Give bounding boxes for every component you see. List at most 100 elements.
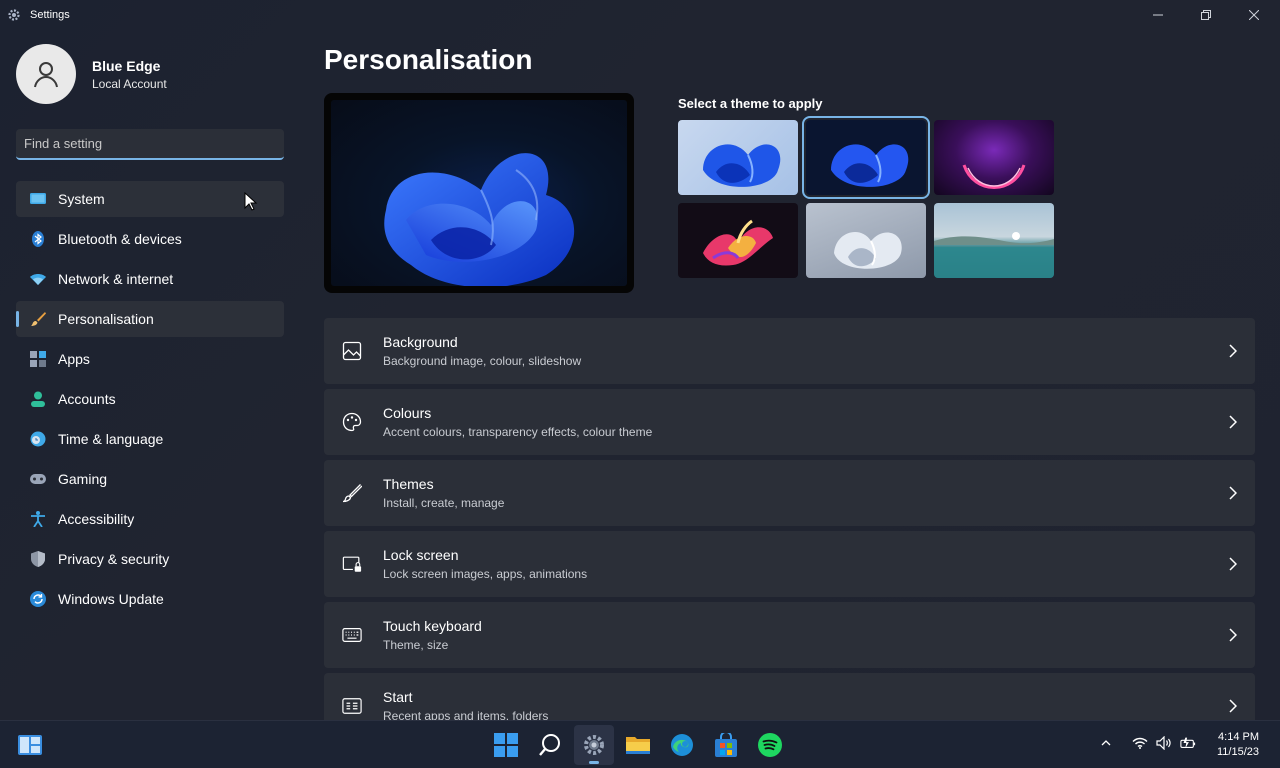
shield-icon (30, 551, 46, 567)
theme-thumbnail-windows-dark[interactable] (802, 116, 930, 199)
edge-icon[interactable] (662, 725, 702, 765)
chevron-up-icon[interactable] (1098, 735, 1114, 751)
sidebar-item-label: Privacy & security (58, 551, 170, 567)
card-subtitle: Recent apps and items, folders (383, 709, 549, 720)
taskbar-apps (486, 725, 794, 765)
account-type: Local Account (92, 76, 167, 91)
avatar[interactable] (16, 44, 76, 104)
file-explorer-icon[interactable] (618, 725, 658, 765)
card-title: Background (383, 334, 458, 350)
sidebar-item-label: Network & internet (58, 271, 174, 287)
brush-icon (30, 311, 46, 327)
settings-list: Background Background image, colour, sli… (324, 318, 1255, 720)
card-subtitle: Background image, colour, slideshow (383, 354, 582, 368)
window-title: Settings (30, 9, 70, 21)
monitor-icon (30, 191, 46, 207)
sidebar-item-personalisation[interactable]: Personalisation (16, 301, 284, 337)
sidebar-item-label: Accessibility (58, 511, 135, 527)
card-subtitle: Lock screen images, apps, animations (383, 567, 588, 581)
apps-icon (30, 351, 46, 367)
bloom-silver-image (834, 231, 902, 269)
theme-thumbnail-captured-motion[interactable] (678, 203, 798, 278)
chevron-right-icon (1227, 342, 1239, 360)
search-box[interactable] (16, 129, 284, 160)
card-subtitle: Install, create, manage (383, 496, 505, 510)
wifi-icon[interactable] (1132, 735, 1148, 751)
taskbar: 4:14 PM 11/15/23 (0, 720, 1280, 768)
chevron-right-icon (1227, 484, 1239, 502)
sidebar-item-time-language[interactable]: Time & language (16, 421, 284, 457)
battery-icon[interactable] (1180, 735, 1196, 751)
card-subtitle: Theme, size (383, 638, 449, 652)
clock-globe-icon (30, 431, 46, 447)
mouse-cursor-icon (244, 192, 258, 211)
close-button[interactable] (1230, 0, 1278, 30)
start-card[interactable]: Start Recent apps and items, folders (324, 673, 1255, 720)
volume-icon[interactable] (1156, 735, 1172, 751)
theme-preview (324, 93, 634, 293)
restore-button[interactable] (1182, 0, 1230, 30)
card-title: Themes (383, 476, 434, 492)
update-icon (30, 591, 46, 607)
chevron-right-icon (1227, 626, 1239, 644)
keyboard-icon (342, 625, 362, 645)
background-card[interactable]: Background Background image, colour, sli… (324, 318, 1255, 384)
sidebar-item-apps[interactable]: Apps (16, 341, 284, 377)
theme-thumbnail-windows-light[interactable] (678, 120, 798, 195)
store-icon[interactable] (706, 725, 746, 765)
touch-keyboard-card[interactable]: Touch keyboard Theme, size (324, 602, 1255, 668)
chevron-right-icon (1227, 697, 1239, 715)
user-profile[interactable]: Blue Edge Local Account (16, 44, 167, 104)
lock-screen-card[interactable]: Lock screen Lock screen images, apps, an… (324, 531, 1255, 597)
clock-date: 11/15/23 (1216, 746, 1259, 758)
sidebar-item-accessibility[interactable]: Accessibility (16, 501, 284, 537)
spotify-icon[interactable] (750, 725, 790, 765)
person-icon (34, 62, 58, 88)
card-title: Start (383, 689, 413, 705)
theme-thumbnail-sunrise[interactable] (806, 203, 926, 278)
search-input[interactable] (16, 129, 284, 158)
card-title: Touch keyboard (383, 618, 482, 634)
image-icon (342, 341, 362, 361)
bluetooth-icon (30, 231, 46, 247)
bloom-image (831, 144, 909, 187)
chevron-right-icon (1227, 555, 1239, 573)
clock-time: 4:14 PM (1218, 731, 1259, 743)
settings-icon[interactable] (574, 725, 614, 765)
system-clock[interactable]: 4:14 PM 11/15/23 (1217, 730, 1259, 760)
gear-icon (7, 8, 21, 22)
sidebar-item-label: System (58, 191, 105, 207)
wifi-icon (30, 271, 46, 287)
sidebar-item-label: Personalisation (58, 311, 154, 327)
sidebar-nav: System Bluetooth & devices Network & int… (16, 181, 284, 621)
person-icon (30, 391, 46, 407)
lock-screen-icon (342, 554, 362, 574)
sidebar-item-label: Apps (58, 351, 90, 367)
sidebar-item-windows-update[interactable]: Windows Update (16, 581, 284, 617)
start-icon (342, 696, 362, 716)
card-subtitle: Accent colours, transparency effects, co… (383, 425, 653, 439)
user-name: Blue Edge (92, 57, 161, 74)
theme-section-heading: Select a theme to apply (678, 96, 823, 111)
palette-icon (342, 412, 362, 432)
sidebar-item-label: Accounts (58, 391, 116, 407)
colours-card[interactable]: Colours Accent colours, transparency eff… (324, 389, 1255, 455)
glow-image (962, 164, 1026, 189)
sidebar-item-label: Gaming (58, 471, 108, 487)
sidebar-item-bluetooth[interactable]: Bluetooth & devices (16, 221, 284, 257)
sidebar-item-gaming[interactable]: Gaming (16, 461, 284, 497)
sidebar-item-network[interactable]: Network & internet (16, 261, 284, 297)
sidebar-item-label: Bluetooth & devices (58, 231, 182, 247)
theme-thumbnail-flow[interactable] (934, 203, 1054, 278)
brush-icon (342, 483, 362, 503)
search-icon[interactable] (530, 725, 570, 765)
sidebar-item-accounts[interactable]: Accounts (16, 381, 284, 417)
widgets-icon[interactable] (18, 735, 42, 755)
sidebar-item-privacy[interactable]: Privacy & security (16, 541, 284, 577)
windows-start-icon[interactable] (486, 725, 526, 765)
minimize-button[interactable] (1134, 0, 1182, 30)
captured-motion-image (703, 219, 773, 266)
theme-thumbnail-glow[interactable] (934, 120, 1054, 195)
themes-card[interactable]: Themes Install, create, manage (324, 460, 1255, 526)
lake-image (934, 232, 1054, 278)
